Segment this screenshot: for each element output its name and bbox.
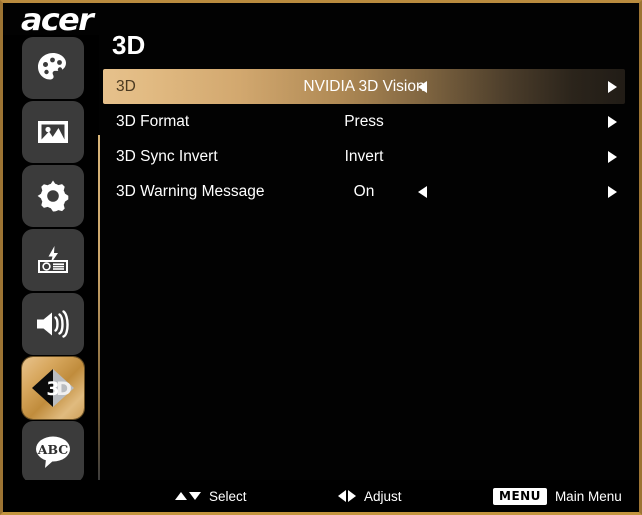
- footer-main-menu-label: Main Menu: [554, 488, 622, 504]
- projector-lamp-icon: [33, 240, 73, 280]
- menu-list: 3D NVIDIA 3D Vision 3D Format Press 3D S…: [103, 69, 625, 209]
- menu-row-3d-format[interactable]: 3D Format Press: [103, 104, 625, 139]
- footer-select-hint: Select: [175, 480, 247, 512]
- menu-row-label: 3D Format: [116, 112, 190, 130]
- image-icon: [34, 113, 72, 151]
- footer-select-label: Select: [209, 488, 247, 504]
- footer-adjust-label: Adjust: [364, 488, 402, 504]
- svg-text:D: D: [56, 378, 72, 400]
- content-panel: 3D 3D NVIDIA 3D Vision 3D Format Press 3…: [99, 3, 639, 512]
- color-palette-icon: [33, 48, 73, 88]
- sidebar: 3 D ABC: [3, 35, 100, 510]
- sidebar-item-language[interactable]: ABC: [22, 421, 84, 483]
- svg-text:ABC: ABC: [37, 442, 68, 457]
- osd-inner-panel: acer 3 D ABC 3D 3D NVIDIA 3D Vision 3D F…: [3, 3, 639, 512]
- three-d-icon: 3 D: [29, 366, 77, 410]
- sidebar-item-audio[interactable]: [22, 293, 84, 355]
- gear-icon: [33, 176, 73, 216]
- menu-row-value: NVIDIA 3D Vision: [303, 77, 425, 95]
- sidebar-item-image[interactable]: [22, 101, 84, 163]
- right-arrow-icon[interactable]: [608, 185, 617, 198]
- left-arrow-icon[interactable]: [418, 80, 427, 93]
- abc-speech-bubble-icon: ABC: [32, 432, 74, 472]
- right-arrow-icon[interactable]: [608, 80, 617, 93]
- right-arrow-icon[interactable]: [608, 150, 617, 163]
- up-down-arrows-icon: [175, 492, 201, 500]
- footer-hint-bar: Select Adjust MENU Main Menu: [3, 480, 639, 512]
- menu-key-badge: MENU: [493, 487, 547, 505]
- menu-row-3d-warning-message[interactable]: 3D Warning Message On: [103, 174, 625, 209]
- menu-row-3d[interactable]: 3D NVIDIA 3D Vision: [103, 69, 625, 104]
- menu-row-label: 3D Warning Message: [116, 182, 265, 200]
- left-arrow-icon[interactable]: [418, 185, 427, 198]
- sidebar-item-management[interactable]: [22, 229, 84, 291]
- menu-row-label: 3D Sync Invert: [116, 147, 218, 165]
- right-arrow-icon[interactable]: [608, 115, 617, 128]
- menu-row-label: 3D: [116, 77, 136, 95]
- osd-window: acer 3 D ABC 3D 3D NVIDIA 3D Vision 3D F…: [0, 0, 642, 515]
- page-title: 3D: [112, 30, 146, 60]
- left-right-arrows-icon: [338, 490, 356, 502]
- sidebar-item-setting[interactable]: [22, 165, 84, 227]
- footer-main-menu-hint: MENU Main Menu: [493, 480, 622, 512]
- sidebar-item-color[interactable]: [22, 37, 84, 99]
- footer-adjust-hint: Adjust: [338, 480, 402, 512]
- speaker-icon: [33, 304, 73, 344]
- sidebar-item-3d[interactable]: 3 D: [22, 357, 84, 419]
- menu-row-3d-sync-invert[interactable]: 3D Sync Invert Invert: [103, 139, 625, 174]
